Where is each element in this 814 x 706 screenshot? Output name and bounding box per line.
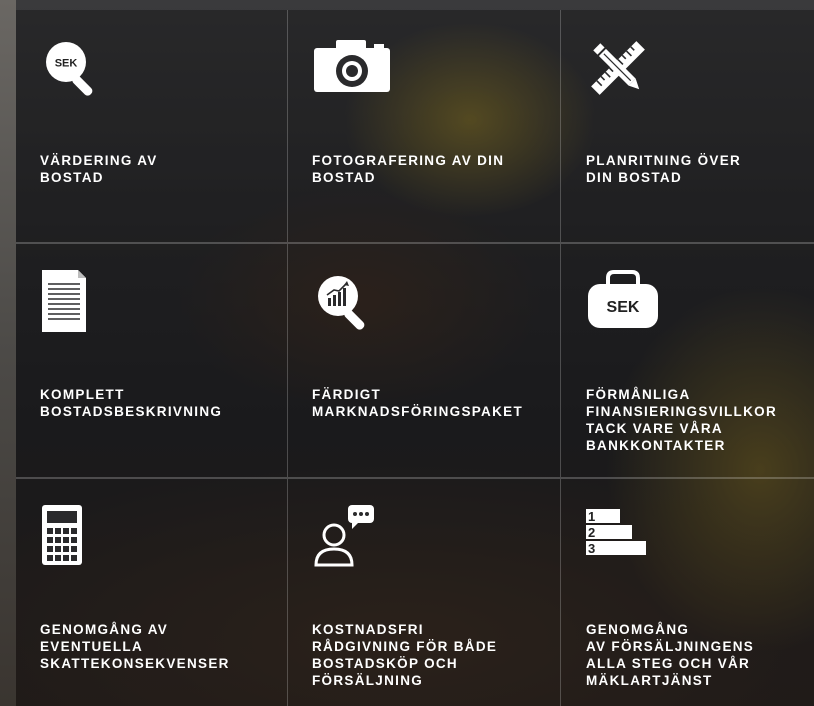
- service-tile-marketing[interactable]: FÄRDIGT MARKNADSFÖRINGSPAKET: [288, 244, 561, 479]
- sek-text: SEK: [607, 299, 640, 316]
- service-tile-floorplan[interactable]: PLANRITNING ÖVER DIN BOSTAD: [561, 10, 814, 244]
- background-wall-edge: [0, 0, 16, 706]
- sek-text: SEK: [55, 58, 78, 70]
- service-tile-advice[interactable]: KOSTNADSFRI RÅDGIVNING FÖR BÅDE BOSTADSK…: [288, 479, 561, 706]
- advisor-chat-icon: [314, 505, 374, 567]
- service-tile-description[interactable]: KOMPLETT BOSTADSBESKRIVNING: [16, 244, 288, 479]
- ranking-steps-icon: 1 2 3: [586, 509, 646, 556]
- camera-icon: [314, 40, 390, 92]
- service-label: FÄRDIGT MARKNADSFÖRINGSPAKET: [312, 387, 523, 419]
- service-tile-valuation[interactable]: SEK VÄRDERING AV BOSTAD: [16, 10, 288, 244]
- sek-magnifier-icon: SEK: [46, 42, 93, 96]
- service-label: KOMPLETT BOSTADSBESKRIVNING: [40, 387, 223, 419]
- document-icon: [42, 270, 86, 332]
- service-tile-financing[interactable]: SEK FÖRMÅNLIGA FINANSIERINGSVILLKOR TACK…: [561, 244, 814, 479]
- service-label: FOTOGRAFERING AV DIN BOSTAD: [312, 153, 505, 185]
- service-label: KOSTNADSFRI RÅDGIVNING FÖR BÅDE BOSTADSK…: [312, 622, 498, 688]
- pencil-ruler-icon: [591, 41, 645, 95]
- service-tile-photography[interactable]: FOTOGRAFERING AV DIN BOSTAD: [288, 10, 561, 244]
- service-tile-process[interactable]: 1 2 3 GENOMGÅNG AV FÖRSÄLJNINGENS ALLA S…: [561, 479, 814, 706]
- chart-magnifier-icon: [318, 276, 365, 330]
- service-tile-tax[interactable]: GENOMGÅNG AV EVENTUELLA SKATTEKONSEKVENS…: [16, 479, 288, 706]
- service-label: PLANRITNING ÖVER DIN BOSTAD: [586, 153, 742, 185]
- services-grid: SEK VÄRDERING AV BOSTAD FOTOGRAFERING AV…: [16, 10, 814, 706]
- rank-number: 3: [588, 541, 595, 556]
- service-label: VÄRDERING AV BOSTAD: [40, 153, 158, 185]
- sek-bag-icon: SEK: [588, 270, 658, 328]
- calculator-icon: [42, 505, 82, 565]
- service-label: FÖRMÅNLIGA FINANSIERINGSVILLKOR TACK VAR…: [586, 387, 778, 453]
- service-label: GENOMGÅNG AV FÖRSÄLJNINGENS ALLA STEG OC…: [586, 622, 755, 688]
- service-label: GENOMGÅNG AV EVENTUELLA SKATTEKONSEKVENS…: [40, 622, 230, 671]
- rank-number: 2: [588, 525, 595, 540]
- rank-number: 1: [588, 509, 595, 524]
